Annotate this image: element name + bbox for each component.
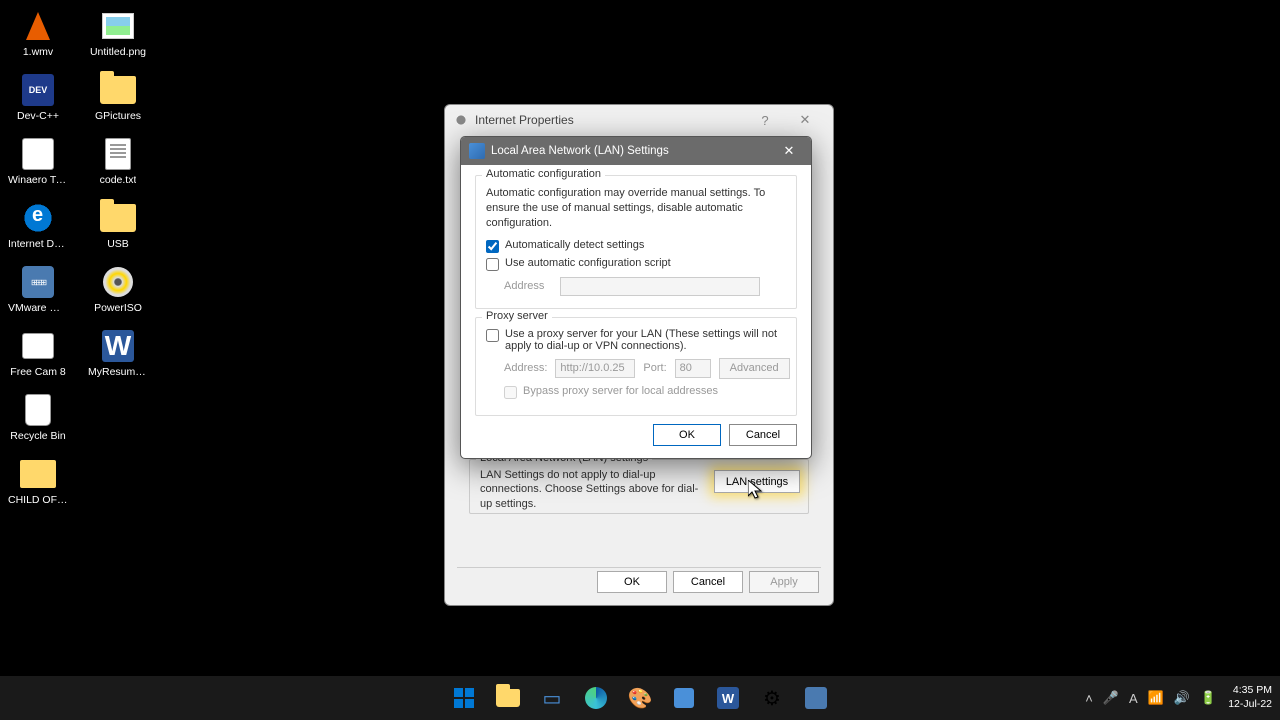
desktop-icon-child[interactable]: CHILD OF ENCOURA...	[8, 456, 68, 506]
proxy-address-input	[555, 359, 635, 378]
taskbar-word[interactable]: W	[708, 678, 748, 718]
taskbar: ▭ 🎨 W ⚙ ˄ 🎤 A 📶 🔊 🔋 4:35 PM 12-Jul-22	[0, 676, 1280, 720]
taskbar-taskview[interactable]: ▭	[532, 678, 572, 718]
windows-icon	[454, 688, 474, 708]
dialog-title: Local Area Network (LAN) Settings	[491, 145, 669, 157]
lan-settings-fieldset: Local Area Network (LAN) settings LAN Se…	[469, 459, 809, 514]
tray-wifi-icon[interactable]: 📶	[1148, 690, 1164, 706]
taskbar-settings[interactable]: ⚙	[752, 678, 792, 718]
group-legend: Automatic configuration	[482, 168, 605, 180]
script-address-label: Address	[504, 280, 552, 292]
net-icon	[805, 687, 827, 709]
dialog-titlebar[interactable]: Internet Properties ? ✕	[445, 105, 833, 135]
tray-language-icon[interactable]: A	[1129, 691, 1138, 706]
taskbar-explorer[interactable]	[488, 678, 528, 718]
group-legend: Proxy server	[482, 310, 552, 322]
desktop-icon-idm[interactable]: Internet Downlo...	[8, 200, 68, 250]
tray-chevron-up-icon[interactable]: ˄	[1085, 691, 1093, 706]
fieldset-text: LAN Settings do not apply to dial-up con…	[480, 468, 710, 511]
close-button[interactable]: ✕	[785, 112, 825, 128]
desktop-icon-recyclebin[interactable]: Recycle Bin	[8, 392, 68, 442]
desktop-icons: 1.wmv Untitled.png DEVDev-C++ GPictures …	[8, 8, 148, 520]
auto-detect-label: Automatically detect settings	[505, 239, 644, 251]
proxy-port-label: Port:	[643, 362, 666, 374]
disc-icon	[103, 267, 133, 297]
help-button[interactable]: ?	[745, 113, 785, 128]
use-proxy-row[interactable]: Use a proxy server for your LAN (These s…	[486, 328, 786, 352]
edge-icon	[585, 687, 607, 709]
dialog-title: Internet Properties	[475, 113, 574, 127]
proxy-port-input	[675, 359, 711, 378]
bypass-checkbox	[504, 386, 517, 399]
taskbar-clock[interactable]: 4:35 PM 12-Jul-22	[1228, 684, 1272, 711]
desktop-icon-vmware[interactable]: VMware Workstati...	[8, 264, 68, 314]
clock-date: 12-Jul-22	[1228, 698, 1272, 712]
desktop-icon-gpictures[interactable]: GPictures	[88, 72, 148, 122]
lan-settings-button[interactable]: LAN settings	[714, 470, 800, 493]
camera-icon	[22, 333, 54, 359]
auto-detect-checkbox[interactable]	[486, 240, 499, 253]
tray-volume-icon[interactable]: 🔊	[1174, 690, 1190, 706]
clock-time: 4:35 PM	[1228, 684, 1272, 698]
app-icon	[674, 688, 694, 708]
close-button[interactable]: ✕	[775, 141, 803, 161]
folder-icon	[100, 204, 136, 232]
start-button[interactable]	[444, 678, 484, 718]
use-script-row[interactable]: Use automatic configuration script	[486, 257, 786, 271]
desktop-icon-resume[interactable]: WMyResume...	[88, 328, 148, 378]
network-icon	[469, 143, 485, 159]
proxy-address-label: Address:	[504, 362, 547, 374]
taskbar-paint[interactable]: 🎨	[620, 678, 660, 718]
advanced-button: Advanced	[719, 358, 790, 379]
auto-detect-row[interactable]: Automatically detect settings	[486, 239, 786, 253]
folder-icon	[100, 76, 136, 104]
tray-mic-icon[interactable]: 🎤	[1103, 690, 1119, 706]
use-proxy-checkbox[interactable]	[486, 329, 499, 342]
proxy-group: Proxy server Use a proxy server for your…	[475, 317, 797, 416]
separator	[457, 567, 821, 568]
ok-button[interactable]: OK	[597, 571, 667, 593]
desktop-icon-wmv[interactable]: 1.wmv	[8, 8, 68, 58]
script-address-input	[560, 277, 760, 296]
desktop-icon-freecam[interactable]: Free Cam 8	[8, 328, 68, 378]
use-proxy-label: Use a proxy server for your LAN (These s…	[505, 328, 786, 352]
desktop-icon-poweriso[interactable]: PowerISO	[88, 264, 148, 314]
desktop-icon-usb[interactable]: USB	[88, 200, 148, 250]
dev-icon: DEV	[22, 74, 54, 106]
text-file-icon	[105, 138, 131, 170]
word-icon: W	[717, 687, 739, 709]
gear-icon	[453, 112, 469, 128]
desktop-icon-devcpp[interactable]: DEVDev-C++	[8, 72, 68, 122]
bypass-row: Bypass proxy server for local addresses	[504, 385, 786, 399]
auto-config-group: Automatic configuration Automatic config…	[475, 175, 797, 309]
lan-settings-dialog: Local Area Network (LAN) Settings ✕ Auto…	[460, 136, 812, 459]
taskbar-internet-options[interactable]	[796, 678, 836, 718]
use-script-label: Use automatic configuration script	[505, 257, 671, 269]
folder-icon	[496, 689, 520, 707]
taskbar-app1[interactable]	[664, 678, 704, 718]
desktop-icon-codetxt[interactable]: code.txt	[88, 136, 148, 186]
taskbar-edge[interactable]	[576, 678, 616, 718]
dialog-titlebar[interactable]: Local Area Network (LAN) Settings ✕	[461, 137, 811, 165]
desktop-icon-winaero[interactable]: Winaero Tweaker	[8, 136, 68, 186]
folder-icon	[20, 460, 56, 488]
word-icon: W	[102, 330, 134, 362]
bypass-label: Bypass proxy server for local addresses	[523, 385, 718, 397]
tray-battery-icon[interactable]: 🔋	[1200, 690, 1216, 706]
desktop-icon-png[interactable]: Untitled.png	[88, 8, 148, 58]
ok-button[interactable]: OK	[653, 424, 721, 446]
vlc-icon	[26, 12, 50, 40]
group-description: Automatic configuration may override man…	[486, 186, 786, 231]
apply-button: Apply	[749, 571, 819, 593]
vm-icon	[22, 266, 54, 298]
recycle-bin-icon	[25, 394, 51, 426]
cancel-button[interactable]: Cancel	[729, 424, 797, 446]
internet-icon	[22, 202, 54, 234]
use-script-checkbox[interactable]	[486, 258, 499, 271]
image-icon	[102, 13, 134, 39]
cancel-button[interactable]: Cancel	[673, 571, 743, 593]
app-icon	[22, 138, 54, 170]
